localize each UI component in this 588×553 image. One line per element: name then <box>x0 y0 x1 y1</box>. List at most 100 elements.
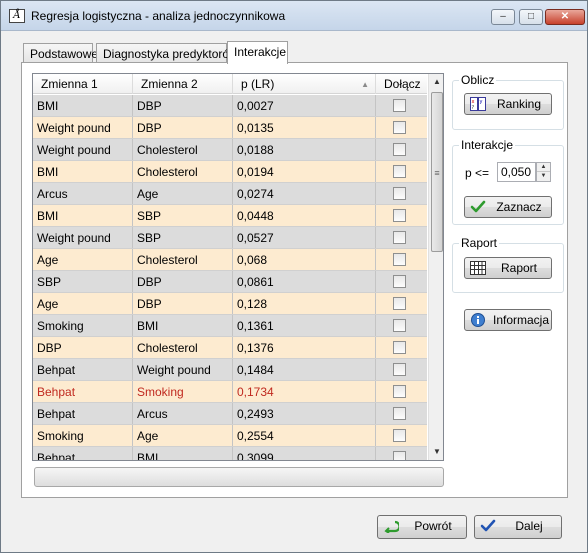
cell-p-lr: 0,2554 <box>233 425 376 446</box>
back-button[interactable]: Powrót <box>377 515 467 539</box>
cell-zmienna-2: SBP <box>133 227 233 248</box>
close-button[interactable]: ✕ <box>545 9 585 25</box>
table-row[interactable]: Weight pound SBP 0,0527 <box>33 227 427 249</box>
include-checkbox[interactable] <box>393 165 406 178</box>
cell-zmienna-1: Behpat <box>33 403 133 424</box>
include-checkbox[interactable] <box>393 231 406 244</box>
p-threshold-input[interactable] <box>497 162 536 182</box>
table-row[interactable]: BMI SBP 0,0448 <box>33 205 427 227</box>
cell-zmienna-2: Cholesterol <box>133 249 233 270</box>
table-row[interactable]: Smoking Age 0,2554 <box>33 425 427 447</box>
cell-zmienna-2: DBP <box>133 95 233 116</box>
table-row[interactable]: Behpat Arcus 0,2493 <box>33 403 427 425</box>
table-header: Zmienna 1 Zmienna 2 p (LR) ▲ Dołącz <box>33 74 427 94</box>
cell-zmienna-2: Cholesterol <box>133 139 233 160</box>
cell-zmienna-1: BMI <box>33 95 133 116</box>
cell-p-lr: 0,0194 <box>233 161 376 182</box>
cell-zmienna-1: Age <box>33 249 133 270</box>
cell-zmienna-2: BMI <box>133 315 233 336</box>
cell-dolacz <box>376 293 427 314</box>
include-checkbox[interactable] <box>393 451 406 460</box>
scroll-up-icon[interactable]: ▲ <box>429 74 443 90</box>
next-check-icon <box>480 519 496 533</box>
include-checkbox[interactable] <box>393 99 406 112</box>
cell-zmienna-2: Age <box>133 425 233 446</box>
back-arrow-icon <box>383 519 401 534</box>
include-checkbox[interactable] <box>393 407 406 420</box>
sort-ascending-icon: ▲ <box>361 80 369 89</box>
group-raport-title: Raport <box>459 236 500 250</box>
include-checkbox[interactable] <box>393 187 406 200</box>
dialog-window: Å Regresja logistyczna - analiza jednocz… <box>0 0 588 553</box>
include-checkbox[interactable] <box>393 297 406 310</box>
cell-zmienna-1: Behpat <box>33 381 133 402</box>
include-checkbox[interactable] <box>393 385 406 398</box>
p-threshold-label: p <= <box>465 166 490 180</box>
ranking-button-label: Ranking <box>496 97 542 111</box>
include-checkbox[interactable] <box>393 341 406 354</box>
header-p-lr[interactable]: p (LR) ▲ <box>233 74 376 94</box>
cell-dolacz <box>376 337 427 358</box>
zaznacz-button[interactable]: Zaznacz <box>464 196 552 218</box>
vertical-scrollbar[interactable]: ▲ ≡ ▼ <box>428 74 443 460</box>
header-zmienna-2[interactable]: Zmienna 2 <box>133 74 233 94</box>
table-row[interactable]: Age Cholesterol 0,068 <box>33 249 427 271</box>
cell-p-lr: 0,0527 <box>233 227 376 248</box>
tab-podstawowe[interactable]: Podstawowe <box>23 43 98 63</box>
minimize-button[interactable]: – <box>491 9 515 25</box>
table-row[interactable]: SBP DBP 0,0861 <box>33 271 427 293</box>
cell-zmienna-2: Smoking <box>133 381 233 402</box>
header-zmienna-1[interactable]: Zmienna 1 <box>33 74 133 94</box>
header-p-lr-label: p (LR) <box>241 77 275 91</box>
cell-p-lr: 0,1484 <box>233 359 376 380</box>
maximize-button[interactable]: □ <box>519 9 543 25</box>
include-checkbox[interactable] <box>393 121 406 134</box>
include-checkbox[interactable] <box>393 275 406 288</box>
cell-dolacz <box>376 139 427 160</box>
table-row[interactable]: Behpat Smoking 0,1734 <box>33 381 427 403</box>
cell-zmienna-2: DBP <box>133 271 233 292</box>
next-button[interactable]: Dalej <box>474 515 562 539</box>
check-icon <box>470 200 486 214</box>
tab-interakcje[interactable]: Interakcje <box>227 41 288 64</box>
group-interakcje-title: Interakcje <box>459 138 516 152</box>
stepper-up-icon[interactable]: ▲ <box>537 163 550 172</box>
cell-zmienna-1: Age <box>33 293 133 314</box>
table-row[interactable]: BMI DBP 0,0027 <box>33 95 427 117</box>
stepper-down-icon[interactable]: ▼ <box>537 172 550 181</box>
p-threshold-stepper[interactable]: ▲ ▼ <box>536 162 551 182</box>
cell-zmienna-2: Cholesterol <box>133 161 233 182</box>
cell-p-lr: 0,3099 <box>233 447 376 460</box>
include-checkbox[interactable] <box>393 143 406 156</box>
table-row[interactable]: Behpat BMI 0,3099 <box>33 447 427 460</box>
table-row[interactable]: Arcus Age 0,0274 <box>33 183 427 205</box>
scroll-down-icon[interactable]: ▼ <box>429 444 443 460</box>
include-checkbox[interactable] <box>393 253 406 266</box>
table-row[interactable]: BMI Cholesterol 0,0194 <box>33 161 427 183</box>
table-row[interactable]: Weight pound DBP 0,0135 <box>33 117 427 139</box>
include-checkbox[interactable] <box>393 363 406 376</box>
table-row[interactable]: Behpat Weight pound 0,1484 <box>33 359 427 381</box>
header-dolacz[interactable]: Dołącz <box>376 74 427 94</box>
scroll-thumb[interactable]: ≡ <box>431 92 443 252</box>
cell-zmienna-1: SBP <box>33 271 133 292</box>
table-row[interactable]: Smoking BMI 0,1361 <box>33 315 427 337</box>
informacja-button[interactable]: Informacja <box>464 309 552 331</box>
info-icon <box>470 313 486 327</box>
cell-zmienna-2: Arcus <box>133 403 233 424</box>
table-row[interactable]: Weight pound Cholesterol 0,0188 <box>33 139 427 161</box>
cell-p-lr: 0,0861 <box>233 271 376 292</box>
cell-p-lr: 0,1361 <box>233 315 376 336</box>
raport-button[interactable]: Raport <box>464 257 552 279</box>
tab-diagnostyka-predyktorow[interactable]: Diagnostyka predyktorów <box>96 43 238 63</box>
include-checkbox[interactable] <box>393 319 406 332</box>
cell-zmienna-1: Weight pound <box>33 227 133 248</box>
table-row[interactable]: DBP Cholesterol 0,1376 <box>33 337 427 359</box>
cell-zmienna-2: Cholesterol <box>133 337 233 358</box>
ranking-button[interactable]: x y? Ranking <box>464 93 552 115</box>
include-checkbox[interactable] <box>393 429 406 442</box>
cell-p-lr: 0,0027 <box>233 95 376 116</box>
interactions-table: Zmienna 1 Zmienna 2 p (LR) ▲ Dołącz BMI D… <box>32 73 444 461</box>
table-row[interactable]: Age DBP 0,128 <box>33 293 427 315</box>
include-checkbox[interactable] <box>393 209 406 222</box>
